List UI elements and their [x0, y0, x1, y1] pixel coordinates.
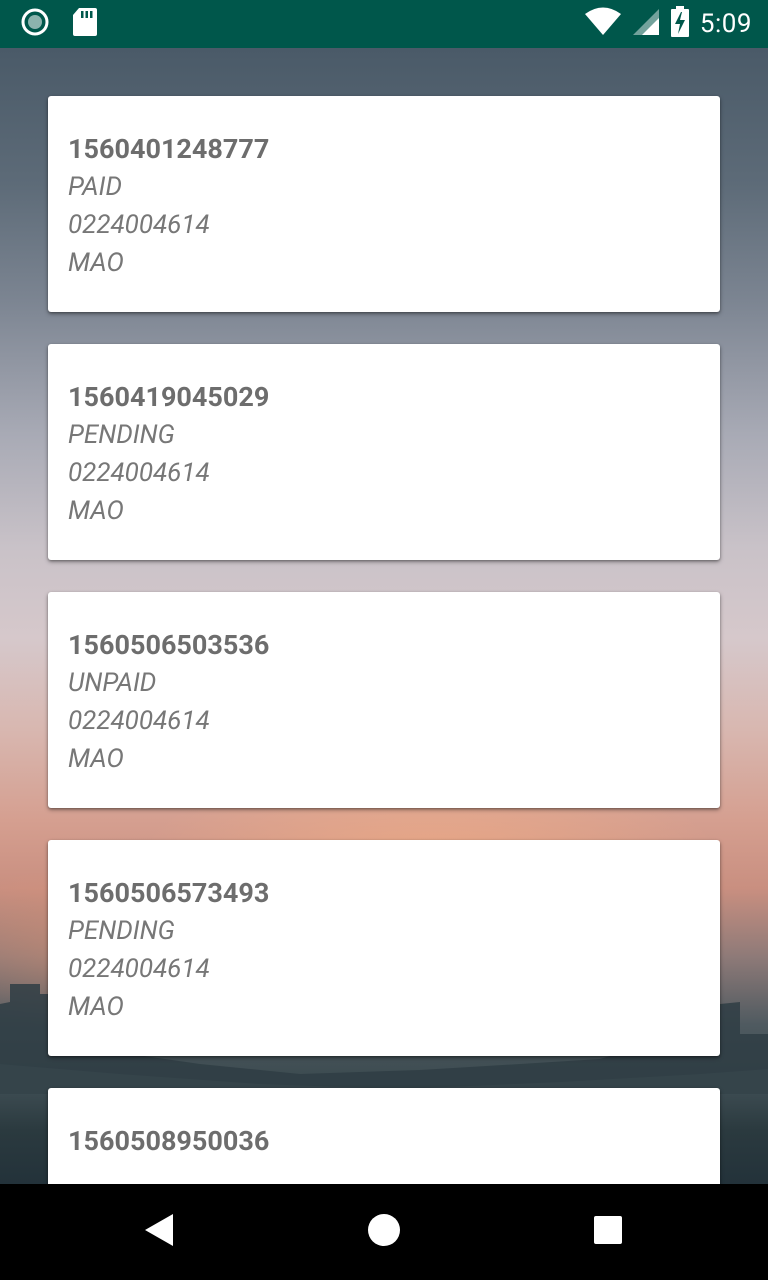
battery-charging-icon [670, 6, 690, 42]
back-icon [143, 1212, 177, 1252]
order-card[interactable]: 1560506573493 PENDING 0224004614 MAO [48, 840, 720, 1056]
order-card[interactable]: 1560401248777 PAID 0224004614 MAO [48, 96, 720, 312]
order-card[interactable]: 1560419045029 PENDING 0224004614 MAO [48, 344, 720, 560]
circle-notification-icon [20, 7, 50, 41]
navigation-bar [0, 1184, 768, 1280]
order-phone: 0224004614 [68, 210, 210, 240]
order-list: 1560401248777 PAID 0224004614 MAO 156041… [48, 96, 720, 1184]
order-card[interactable]: 1560506503536 UNPAID 0224004614 MAO [48, 592, 720, 808]
order-name: MAO [68, 992, 124, 1022]
status-bar: 5:09 [0, 0, 768, 48]
order-phone: 0224004614 [68, 706, 210, 736]
wifi-icon [584, 7, 622, 41]
status-left-icons [20, 8, 98, 40]
recents-icon [592, 1214, 624, 1250]
order-status: PENDING [68, 420, 175, 450]
order-phone: 0224004614 [68, 954, 210, 984]
order-id: 1560419045029 [68, 381, 270, 413]
order-name: MAO [68, 248, 124, 278]
order-status: PENDING [68, 916, 175, 946]
cell-signal-icon [632, 8, 660, 40]
order-phone: 0224004614 [68, 458, 210, 488]
home-icon [367, 1213, 401, 1251]
back-button[interactable] [136, 1208, 184, 1256]
sd-card-icon [72, 7, 98, 41]
status-time: 5:09 [699, 9, 752, 39]
order-id: 1560508950036 [68, 1125, 270, 1157]
order-name: MAO [68, 744, 124, 774]
order-id: 1560506573493 [68, 877, 270, 909]
order-card[interactable]: 1560508950036 [48, 1088, 720, 1184]
order-status: PAID [68, 172, 123, 202]
order-status: UNPAID [68, 668, 157, 698]
recents-button[interactable] [584, 1208, 632, 1256]
order-name: MAO [68, 496, 124, 526]
main-content: 1560401248777 PAID 0224004614 MAO 156041… [0, 48, 768, 1184]
order-id: 1560506503536 [68, 629, 270, 661]
home-button[interactable] [360, 1208, 408, 1256]
order-id: 1560401248777 [68, 133, 270, 165]
status-right-icons: 5:09 [584, 6, 752, 42]
